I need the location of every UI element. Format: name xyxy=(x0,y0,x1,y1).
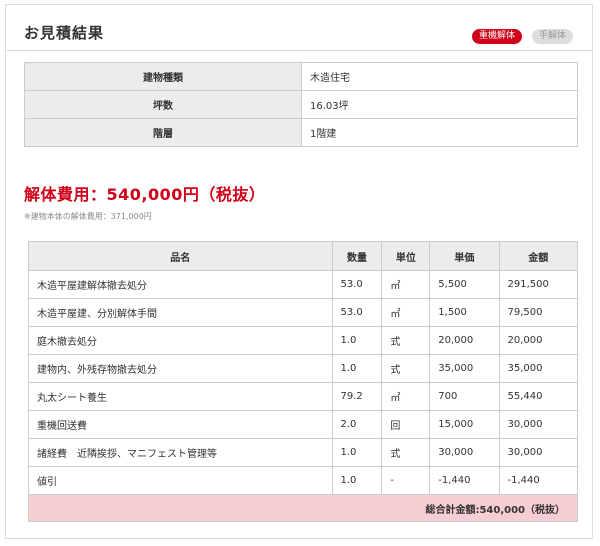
total-amount: 総合計金額:540,000（税抜） xyxy=(28,494,578,522)
item-name: 木造平屋建解体撤去処分 xyxy=(28,270,333,299)
info-label: 階層 xyxy=(24,118,302,147)
item-name: 木造平屋建、分別解体手間 xyxy=(28,298,333,327)
info-value: 木造住宅 xyxy=(301,62,578,91)
item-amount: 35,000 xyxy=(498,354,579,383)
item-name: 諸経費 近隣挨拶、マニフェスト管理等 xyxy=(28,438,333,467)
table-row: 木造平屋建、分別解体手間 53.0 ㎡ 1,500 79,500 xyxy=(28,298,579,327)
item-unit: - xyxy=(381,466,431,495)
item-quantity: 79.2 xyxy=(331,382,383,411)
page-title: お見積結果 xyxy=(24,24,105,42)
item-unit-price: 700 xyxy=(429,382,500,411)
info-label: 坪数 xyxy=(24,90,302,119)
table-row: 値引 1.0 - -1,440 -1,440 xyxy=(28,466,579,495)
manual-demolition-badge[interactable]: 手解体 xyxy=(532,29,574,44)
item-amount: 20,000 xyxy=(498,326,579,355)
item-unit: ㎡ xyxy=(381,382,431,411)
item-unit-price: 20,000 xyxy=(429,326,500,355)
item-name: 建物内、外残存物撤去処分 xyxy=(28,354,333,383)
cost-breakdown-table: 品名 数量 単位 単価 金額 木造平屋建解体撤去処分 53.0 ㎡ 5,500 … xyxy=(28,241,579,522)
item-amount: 30,000 xyxy=(498,438,579,467)
item-unit-price: 15,000 xyxy=(429,410,500,439)
item-quantity: 1.0 xyxy=(331,326,383,355)
item-amount: 30,000 xyxy=(498,410,579,439)
item-quantity: 1.0 xyxy=(331,466,383,495)
item-unit: ㎡ xyxy=(381,270,431,299)
item-amount: 291,500 xyxy=(498,270,579,299)
info-value: 16.03坪 xyxy=(301,90,578,119)
table-row: 木造平屋建解体撤去処分 53.0 ㎡ 5,500 291,500 xyxy=(28,270,579,299)
item-amount: 55,440 xyxy=(498,382,579,411)
heavy-machine-demolition-badge[interactable]: 重機解体 xyxy=(472,29,523,44)
item-name: 重機回送費 xyxy=(28,410,333,439)
item-quantity: 53.0 xyxy=(331,298,383,327)
item-amount: 79,500 xyxy=(498,298,579,327)
estimate-card: お見積結果 重機解体 手解体 建物種類 木造住宅 坪数 16.03坪 階層 1階… xyxy=(5,4,593,539)
item-name: 丸太シート養生 xyxy=(28,382,333,411)
demolition-cost-headline: 解体費用：540,000円（税抜） xyxy=(24,185,266,204)
item-name: 値引 xyxy=(28,466,333,495)
building-info-table: 建物種類 木造住宅 坪数 16.03坪 階層 1階建 xyxy=(24,62,578,147)
info-row-floors: 階層 1階建 xyxy=(24,118,578,147)
item-unit-price: 35,000 xyxy=(429,354,500,383)
item-unit-price: 5,500 xyxy=(429,270,500,299)
item-unit-price: 1,500 xyxy=(429,298,500,327)
item-unit: 式 xyxy=(381,326,431,355)
info-row-building-type: 建物種類 木造住宅 xyxy=(24,62,578,91)
item-name: 庭木撤去処分 xyxy=(28,326,333,355)
estimate-header: お見積結果 重機解体 手解体 xyxy=(6,5,592,51)
item-unit: 式 xyxy=(381,438,431,467)
info-value: 1階建 xyxy=(301,118,578,147)
column-header-amount: 金額 xyxy=(498,241,579,271)
item-unit-price: 30,000 xyxy=(429,438,500,467)
table-row: 庭木撤去処分 1.0 式 20,000 20,000 xyxy=(28,326,579,355)
info-row-tsubo: 坪数 16.03坪 xyxy=(24,90,578,119)
item-quantity: 1.0 xyxy=(331,438,383,467)
column-header-unit: 単位 xyxy=(381,241,431,271)
column-header-name: 品名 xyxy=(28,241,333,271)
total-row: 総合計金額:540,000（税抜） xyxy=(28,494,578,522)
item-amount: -1,440 xyxy=(498,466,579,495)
item-unit-price: -1,440 xyxy=(429,466,500,495)
table-row: 建物内、外残存物撤去処分 1.0 式 35,000 35,000 xyxy=(28,354,579,383)
item-unit: ㎡ xyxy=(381,298,431,327)
item-quantity: 1.0 xyxy=(331,354,383,383)
table-row: 丸太シート養生 79.2 ㎡ 700 55,440 xyxy=(28,382,579,411)
item-unit: 回 xyxy=(381,410,431,439)
item-quantity: 2.0 xyxy=(331,410,383,439)
building-cost-note: ※建物本体の解体費用：371,000円 xyxy=(24,212,152,221)
item-quantity: 53.0 xyxy=(331,270,383,299)
table-header-row: 品名 数量 単位 単価 金額 xyxy=(28,241,579,271)
table-row: 諸経費 近隣挨拶、マニフェスト管理等 1.0 式 30,000 30,000 xyxy=(28,438,579,467)
column-header-quantity: 数量 xyxy=(331,241,383,271)
info-label: 建物種類 xyxy=(24,62,302,91)
column-header-unit-price: 単価 xyxy=(429,241,500,271)
item-unit: 式 xyxy=(381,354,431,383)
table-row: 重機回送費 2.0 回 15,000 30,000 xyxy=(28,410,579,439)
